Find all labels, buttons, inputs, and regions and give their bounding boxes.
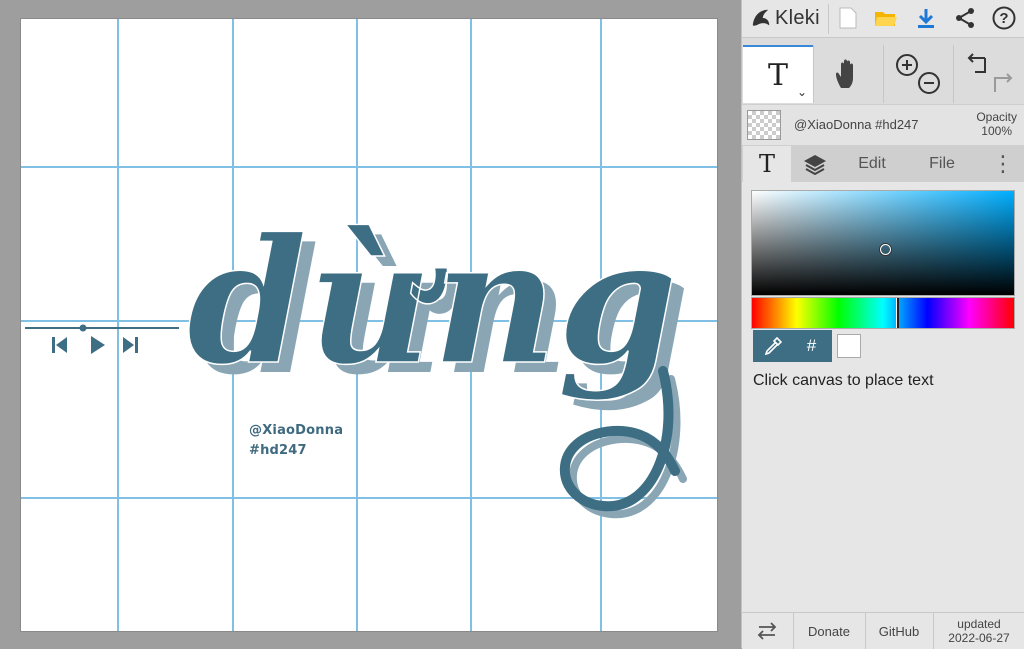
canvas-artwork: dừng dừng (21, 19, 717, 631)
text-tool-button[interactable]: T ⌄ (743, 45, 813, 103)
app-name: Kleki (775, 6, 820, 29)
zoom-out-icon (918, 72, 940, 94)
credit-handle: @XiaoDonna (249, 423, 344, 438)
swap-panel-button[interactable] (742, 613, 792, 649)
saturation-value-picker[interactable] (751, 190, 1015, 296)
hand-icon (836, 59, 853, 88)
help-icon: ? (992, 6, 1016, 30)
tool-hint: Click canvas to place text (753, 372, 934, 389)
tab-edit[interactable]: Edit (842, 146, 902, 182)
canvas-workspace[interactable]: dừng dừng @XiaoDonna #hd247 (0, 0, 741, 648)
drawing-canvas[interactable]: dừng dừng @XiaoDonna #hd247 (21, 19, 717, 631)
undo-icon (967, 53, 986, 73)
primary-color-swatch: # (753, 330, 832, 362)
updated-info[interactable]: updated 2022-06-27 (934, 613, 1024, 649)
side-panel: Kleki ? T ⌄ @XiaoDonna #hd247 Opacity 10… (741, 0, 1024, 649)
hand-tool-button[interactable] (814, 45, 882, 103)
text-tool-icon: T (767, 57, 788, 93)
swap-arrows-icon (757, 622, 777, 640)
zoom-controls (884, 45, 952, 103)
eyedropper-icon (764, 337, 782, 355)
tab-layers[interactable] (792, 146, 838, 182)
share-icon (956, 8, 974, 28)
tab-text[interactable]: T (743, 146, 791, 182)
color-picker-cursor[interactable] (880, 244, 891, 255)
help-button[interactable]: ? (990, 4, 1018, 32)
hue-slider-handle[interactable] (896, 298, 899, 328)
donate-link[interactable]: Donate (794, 613, 864, 649)
skip-forward-icon (123, 337, 138, 353)
tool-row: T ⌄ (742, 45, 1024, 103)
open-folder-icon (875, 12, 897, 26)
download-icon (918, 9, 934, 28)
tab-file[interactable]: File (912, 146, 972, 182)
lettering-main: dừng (187, 200, 678, 403)
secondary-color-swatch[interactable] (837, 334, 861, 358)
eyedropper-button[interactable] (753, 330, 792, 362)
text-tool-settings: # Click canvas to place text (742, 182, 1024, 612)
share-button[interactable] (951, 4, 979, 32)
panel-tabs: T Edit File ⋮ (742, 146, 1024, 182)
hue-slider[interactable] (751, 297, 1015, 329)
open-file-button[interactable] (872, 4, 900, 32)
layer-thumbnail[interactable] (747, 110, 781, 140)
app-logo[interactable]: Kleki (750, 5, 820, 31)
new-file-icon (839, 7, 857, 29)
bottom-bar: Donate GitHub updated 2022-06-27 (742, 612, 1024, 649)
play-icon (91, 336, 105, 354)
current-layer-row[interactable]: @XiaoDonna #hd247 Opacity 100% (742, 104, 1024, 146)
layer-opacity[interactable]: Opacity 100% (976, 110, 1017, 138)
undo-redo-controls (954, 45, 1024, 103)
redo-icon (994, 73, 1013, 92)
hex-input-button[interactable]: # (792, 330, 831, 362)
more-menu-icon[interactable]: ⋮ (988, 146, 1018, 182)
skip-back-icon (52, 337, 67, 353)
layer-name: @XiaoDonna #hd247 (794, 117, 919, 132)
text-tab-icon: T (758, 150, 775, 178)
svg-text:?: ? (999, 10, 1008, 27)
layers-icon (804, 155, 826, 175)
top-toolbar: Kleki ? (742, 0, 1024, 38)
download-button[interactable] (912, 4, 940, 32)
github-link[interactable]: GitHub (866, 613, 932, 649)
zoom-in-icon (896, 54, 918, 76)
chevron-down-icon[interactable]: ⌄ (797, 85, 807, 99)
media-player-doodle (25, 324, 179, 354)
credit-hashtag: #hd247 (249, 443, 307, 458)
new-file-button[interactable] (834, 4, 862, 32)
kleki-logo-icon (752, 9, 770, 26)
